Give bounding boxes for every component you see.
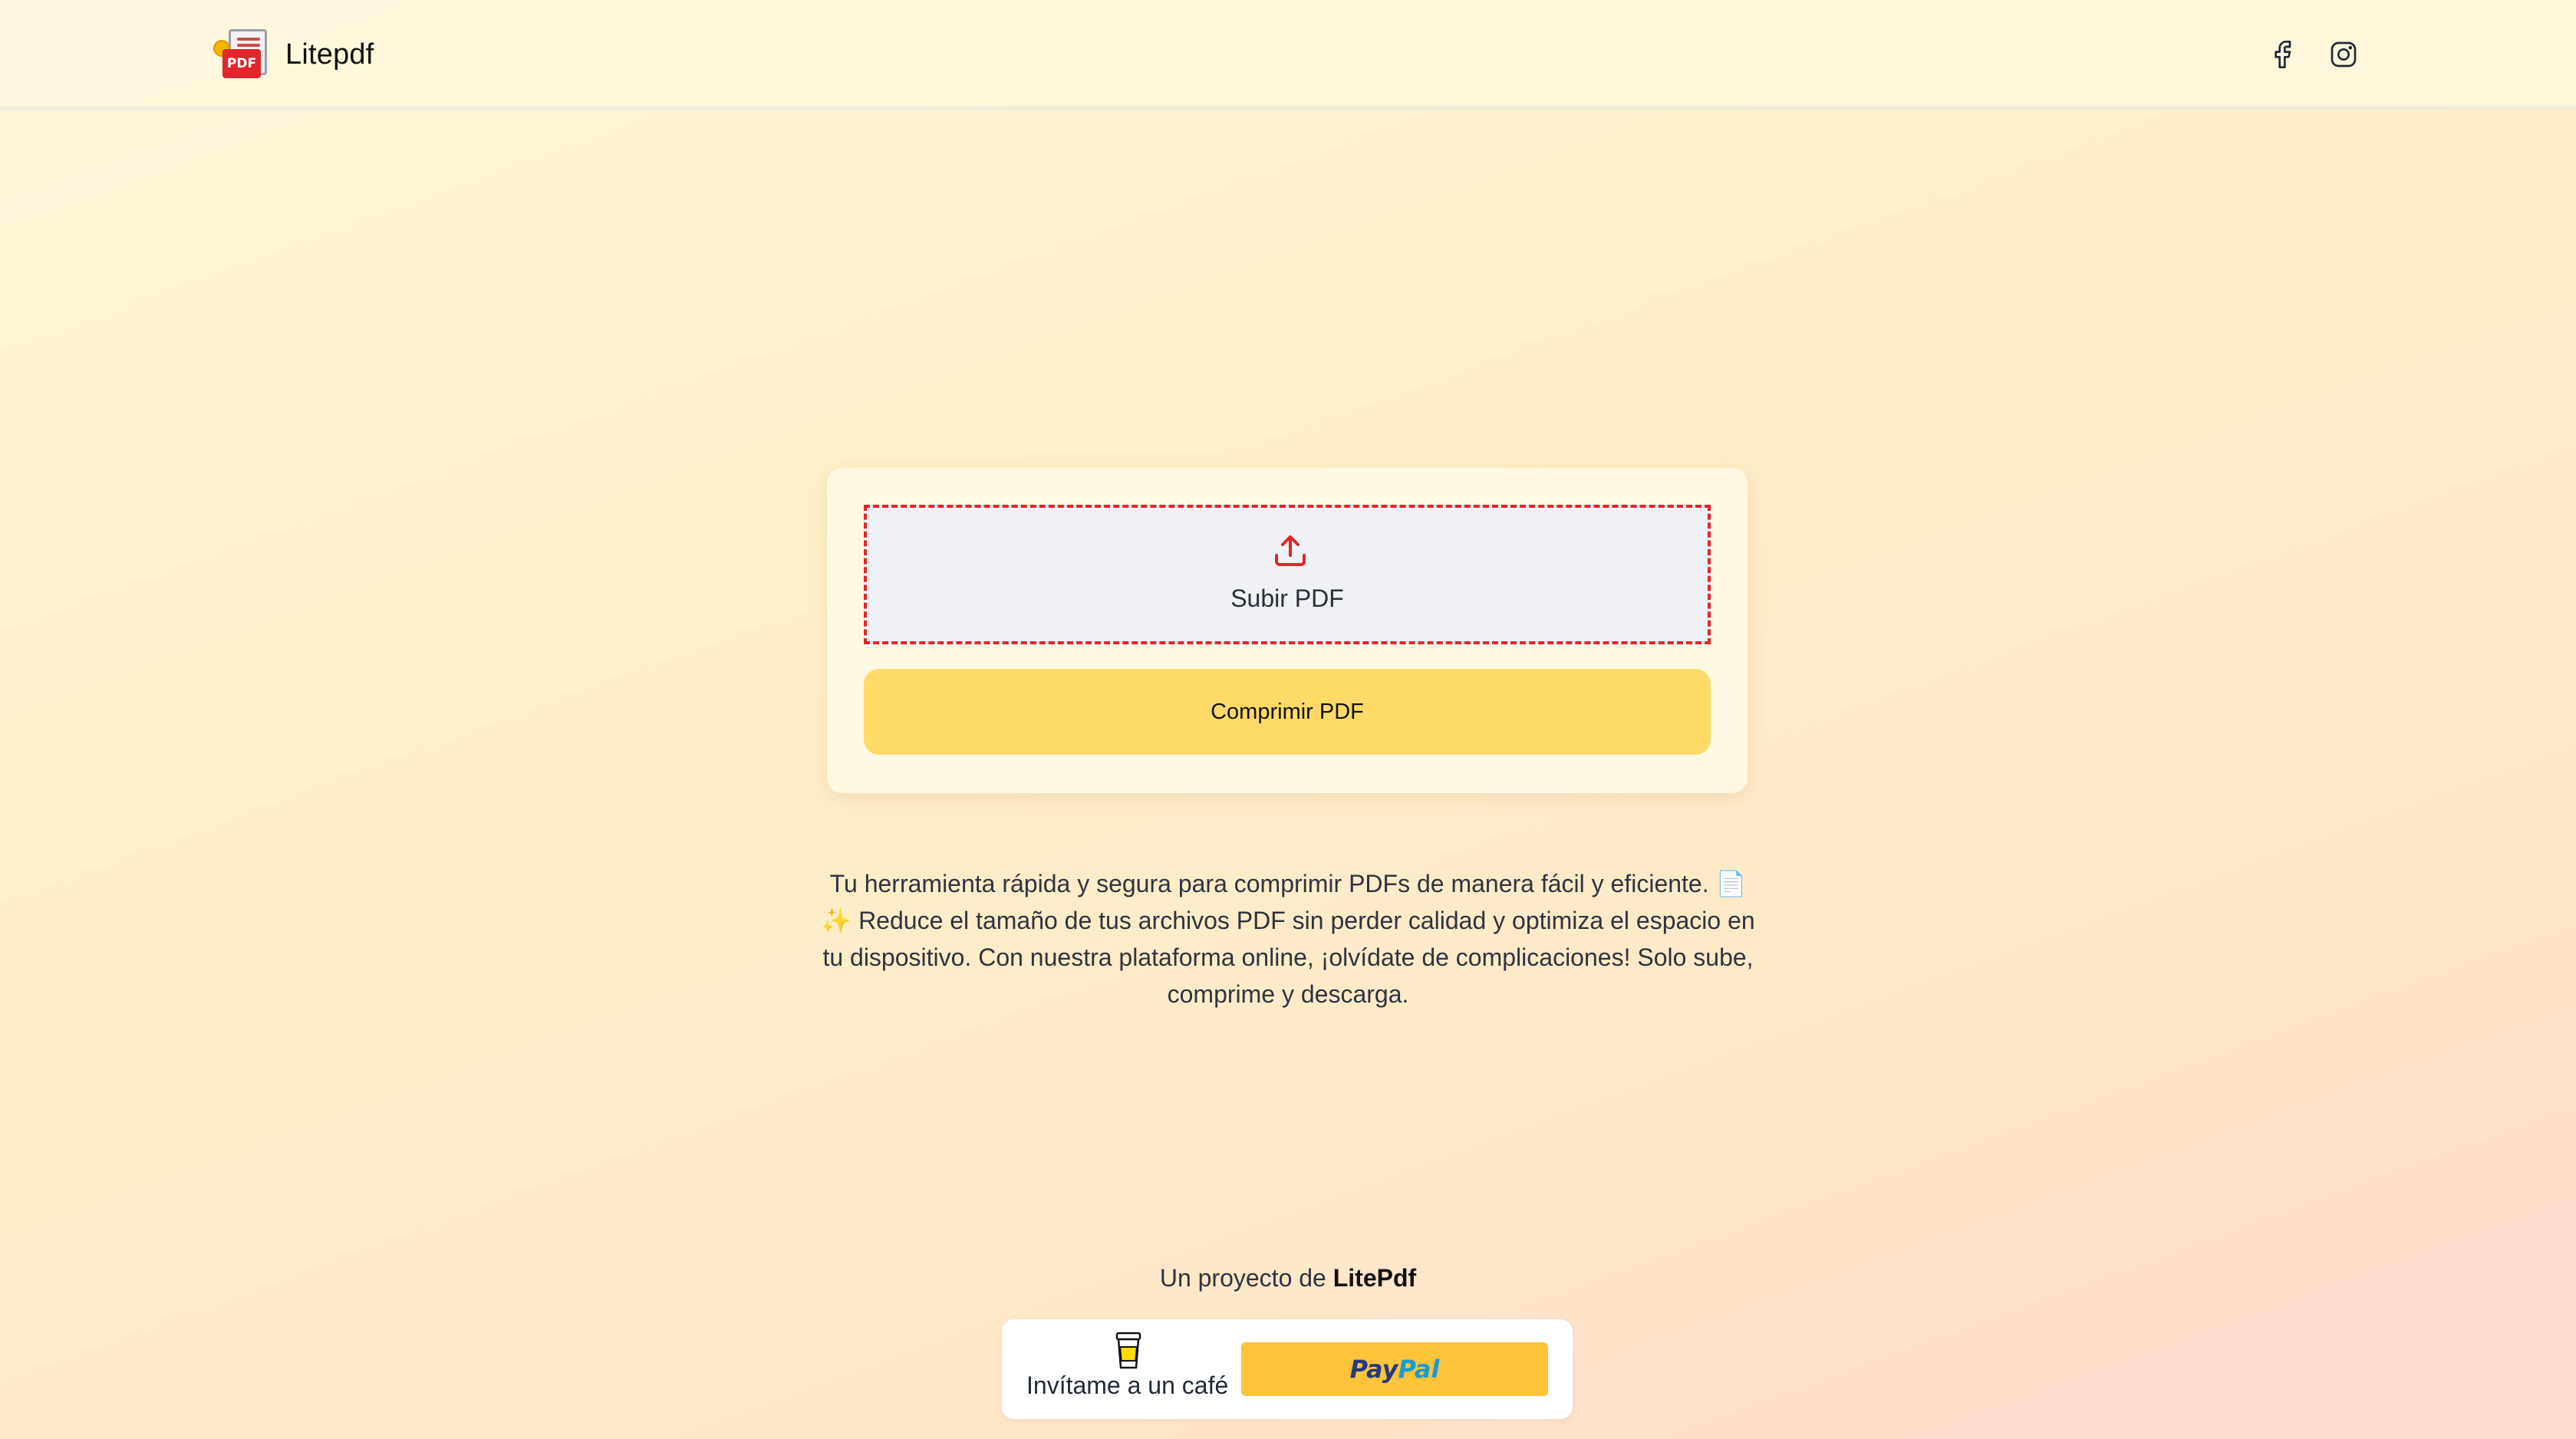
brand[interactable]: PDF Litepdf <box>213 28 374 81</box>
paypal-button[interactable]: Pay Pal <box>1241 1342 1548 1396</box>
coffee-cup-icon <box>1115 1332 1141 1369</box>
upload-icon <box>1275 535 1306 566</box>
brand-name: Litepdf <box>285 38 374 71</box>
compress-card: Subir PDF Comprimir PDF <box>827 468 1748 793</box>
project-credit: Un proyecto de LitePdf <box>0 1264 2576 1292</box>
instagram-icon <box>2331 41 2357 68</box>
facebook-icon <box>2275 41 2291 68</box>
pdf-dropzone[interactable]: Subir PDF <box>864 505 1711 644</box>
coffee-label: Invítame a un café <box>1026 1371 1229 1399</box>
facebook-link[interactable] <box>2265 37 2300 72</box>
donation-widget: Invítame a un café Pay Pal <box>1002 1319 1573 1419</box>
instagram-link[interactable] <box>2326 37 2361 72</box>
compress-button[interactable]: Comprimir PDF <box>864 669 1711 755</box>
description-text: Tu herramienta rápida y segura para comp… <box>821 870 1755 1008</box>
credit-prefix: Un proyecto de <box>1159 1264 1326 1292</box>
pdf-logo-icon: PDF <box>213 29 272 80</box>
paypal-pay-text: Pay <box>1349 1355 1398 1384</box>
credit-name: LitePdf <box>1332 1264 1417 1292</box>
logo-badge: PDF <box>222 49 261 78</box>
paypal-pal-text: Pal <box>1398 1355 1440 1384</box>
upload-label: Subir PDF <box>1230 584 1344 612</box>
top-bar: PDF Litepdf <box>0 0 2576 110</box>
